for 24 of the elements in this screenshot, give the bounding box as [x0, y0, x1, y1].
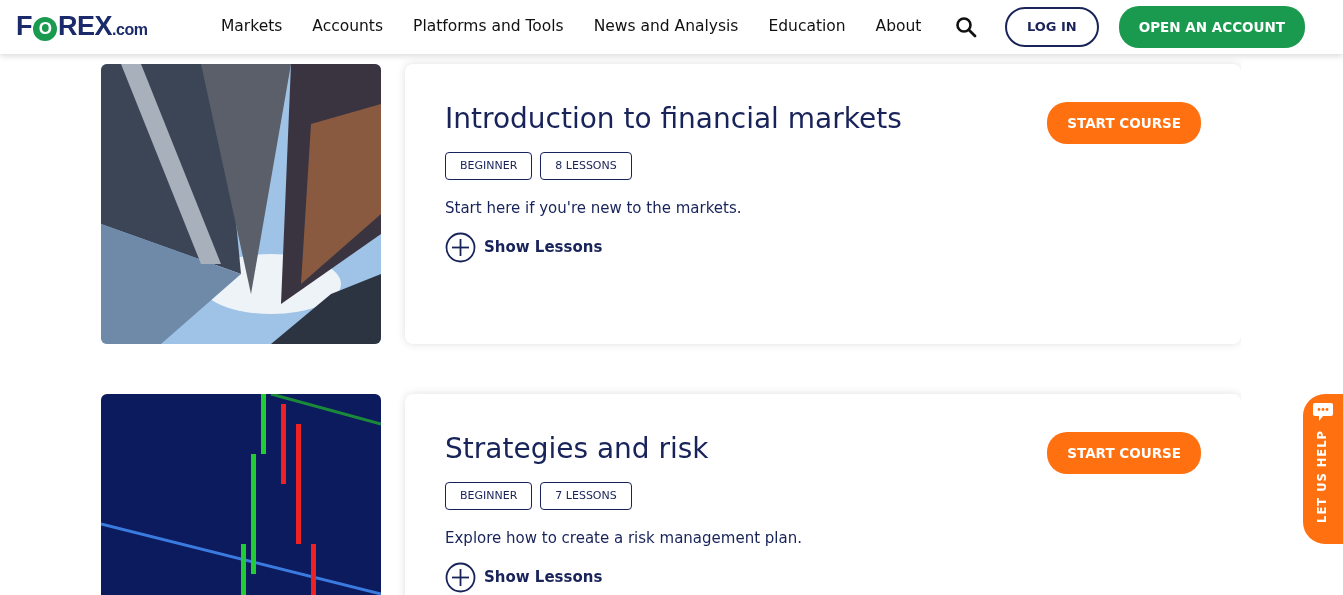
course-title: Introduction to financial markets: [445, 102, 903, 136]
logo[interactable]: F O REX.com: [16, 13, 148, 41]
course-tag: 7 LESSONS: [540, 481, 632, 511]
course-description: Start here if you're new to the markets.: [445, 198, 743, 220]
course-title: Strategies and risk: [445, 432, 710, 466]
plus-icon[interactable]: [445, 231, 476, 263]
login-button[interactable]: LOG IN: [1004, 7, 1099, 47]
help-label: LET US HELP: [1314, 430, 1331, 523]
nav-link[interactable]: Platforms and Tools: [413, 15, 564, 39]
search-icon[interactable]: [954, 16, 977, 38]
course-description: Explore how to create a risk management plan.: [445, 528, 803, 550]
chat-icon: [1312, 402, 1334, 422]
nav-link[interactable]: About: [875, 15, 922, 39]
show-lessons-link[interactable]: Show Lessons: [484, 235, 603, 259]
course-tag: BEGINNER: [445, 151, 533, 181]
open-account-button[interactable]: OPEN AN ACCOUNT: [1118, 5, 1305, 49]
course-tag: 8 LESSONS: [540, 151, 632, 181]
nav-link[interactable]: News and Analysis: [593, 15, 739, 39]
plus-icon[interactable]: [445, 561, 476, 593]
show-lessons-link[interactable]: Show Lessons: [484, 565, 603, 589]
nav-link[interactable]: Accounts: [312, 15, 384, 39]
nav-link[interactable]: Education: [768, 15, 846, 39]
nav-link[interactable]: Markets: [221, 15, 283, 39]
course-tag: BEGINNER: [445, 481, 533, 511]
